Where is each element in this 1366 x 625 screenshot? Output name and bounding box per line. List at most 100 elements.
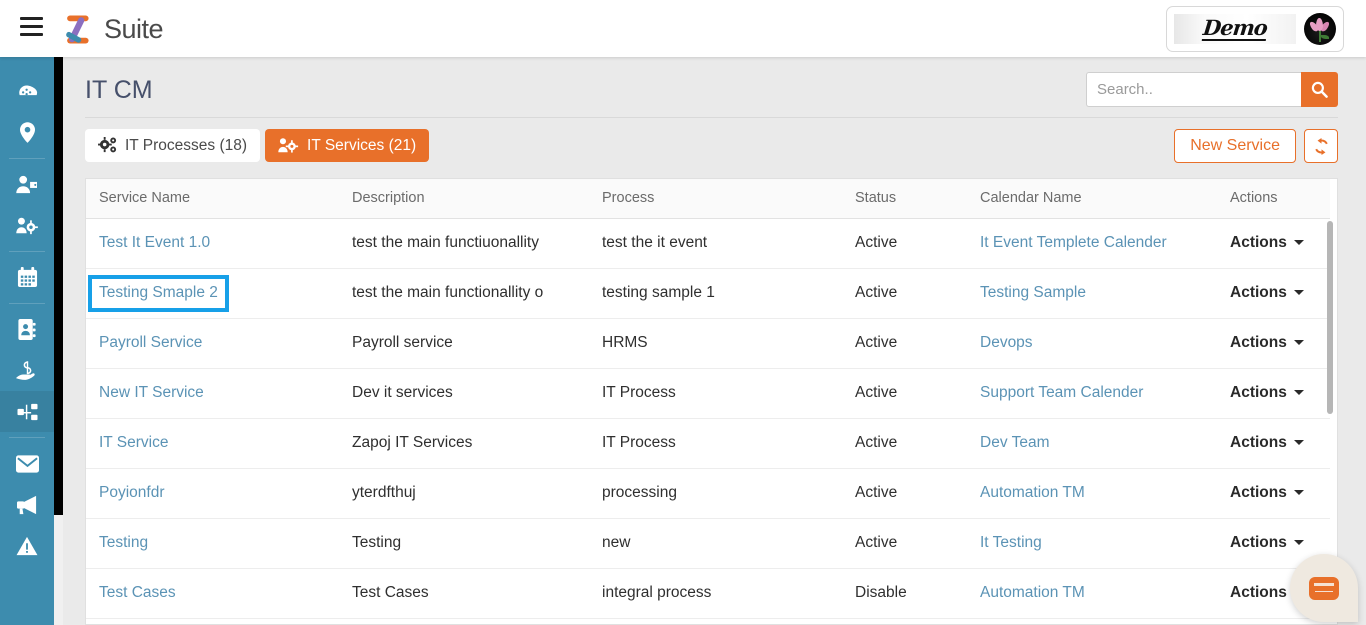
sidebar-item-location[interactable] [0, 112, 54, 153]
search-button[interactable] [1301, 72, 1338, 107]
calendar-name-link[interactable]: It Testing [980, 534, 1042, 551]
hamburger-menu-icon[interactable] [20, 17, 43, 39]
tab-it-services-label: IT Services (21) [307, 136, 417, 154]
chat-widget-button[interactable] [1290, 554, 1358, 622]
sidebar-item-sitemap[interactable] [0, 391, 54, 432]
service-name-link[interactable]: Test It Event 1.0 [99, 234, 210, 251]
table-row: Test Cases Test Cases integral process Disa… [86, 568, 1330, 619]
sidebar-item-dashboard[interactable] [0, 71, 54, 112]
service-name-link[interactable]: Testing Smaple 2 [88, 274, 229, 312]
cell-status: Active [842, 418, 967, 469]
chevron-down-icon [1293, 240, 1304, 246]
cell-service-name: New IT Service [86, 368, 339, 419]
cogs-icon [98, 137, 117, 153]
new-service-button[interactable]: New Service [1174, 129, 1296, 163]
sidebar-item-address-book[interactable] [0, 309, 54, 350]
cell-description: test the main functionallity o [339, 268, 589, 319]
cell-description: Dev it services [339, 368, 589, 419]
service-name-link[interactable]: Testing [99, 534, 148, 551]
actions-dropdown-label: Actions [1230, 334, 1287, 351]
calendar-icon [17, 267, 37, 288]
cell-service-name: Testing [86, 518, 339, 569]
address-book-icon [18, 319, 36, 340]
actions-dropdown[interactable]: Actions [1217, 418, 1330, 469]
actions-dropdown[interactable]: Actions [1217, 368, 1330, 419]
warning-triangle-icon [16, 536, 38, 555]
services-table-card: Service Name Description Process Status … [85, 178, 1338, 625]
table-row: Poyionfdr yterdfthuj processing Active Autom… [86, 468, 1330, 519]
calendar-name-link[interactable]: Support Team Calender [980, 384, 1143, 401]
actions-dropdown[interactable]: Actions [1217, 468, 1330, 519]
column-header-calendar-name: Calendar Name [967, 179, 1217, 219]
table-head: Service Name Description Process Status … [86, 179, 1330, 219]
calendar-name-link[interactable]: Testing Sample [980, 284, 1086, 301]
table-row: Testing Smaple 2 test the main functional… [86, 268, 1330, 319]
service-name-link[interactable]: New IT Service [99, 384, 204, 401]
service-name-link[interactable]: Test Cases [99, 584, 176, 601]
actions-dropdown-label: Actions [1230, 534, 1287, 551]
table-row: Test It Event 1.0 test the main functiuon… [86, 218, 1330, 269]
avatar[interactable] [1304, 13, 1336, 45]
bullhorn-icon [17, 495, 37, 514]
calendar-name-link[interactable]: Dev Team [980, 434, 1050, 451]
cell-calendar-name: It Testing [967, 518, 1217, 569]
map-pin-icon [19, 122, 35, 143]
header-divider [85, 117, 1338, 118]
avatar-petal [1315, 17, 1324, 32]
sidebar-item-announcements[interactable] [0, 484, 54, 525]
calendar-name-link[interactable]: Devops [980, 334, 1033, 351]
service-name-link[interactable]: Poyionfdr [99, 484, 164, 501]
refresh-button[interactable] [1304, 129, 1338, 163]
actions-dropdown-label: Actions [1230, 434, 1287, 451]
actions-dropdown-label: Actions [1230, 584, 1287, 601]
tab-bar: IT Processes (18) IT Services (21) [85, 129, 430, 162]
services-table: Service Name Description Process Status … [86, 179, 1330, 619]
top-header: Suite Demo [0, 0, 1366, 57]
search-icon [1311, 81, 1328, 98]
actions-dropdown[interactable]: Actions [1217, 318, 1330, 369]
table-row: Testing Testing new Active It Testing Actions [86, 518, 1330, 569]
column-header-description: Description [339, 179, 589, 219]
cell-description: Testing [339, 518, 589, 569]
actions-dropdown-label: Actions [1230, 384, 1287, 401]
sidebar-divider [9, 303, 45, 304]
page-scrollbar-thumb[interactable] [54, 57, 63, 515]
users-cog-icon [15, 217, 38, 235]
calendar-name-link[interactable]: Automation TM [980, 584, 1085, 601]
cell-status: Active [842, 468, 967, 519]
sidebar-item-users-cog[interactable] [0, 205, 54, 246]
sidebar-item-user-tag[interactable] [0, 164, 54, 205]
chevron-down-icon [1293, 390, 1304, 396]
calendar-name-link[interactable]: Automation TM [980, 484, 1085, 501]
sidebar-item-hand-money[interactable] [0, 350, 54, 391]
brand-logo[interactable]: Suite [63, 8, 164, 50]
chevron-down-icon [1293, 440, 1304, 446]
sidebar-item-alerts[interactable] [0, 525, 54, 566]
page-scrollbar[interactable] [54, 57, 63, 625]
sidebar-item-calendar[interactable] [0, 257, 54, 298]
cell-status: Active [842, 218, 967, 269]
tab-it-processes[interactable]: IT Processes (18) [85, 129, 261, 162]
account-box[interactable]: Demo [1166, 6, 1344, 52]
chevron-down-icon [1293, 340, 1304, 346]
hand-holding-usd-icon [15, 360, 35, 380]
service-name-link[interactable]: IT Service [99, 434, 169, 451]
actions-dropdown[interactable]: Actions [1217, 218, 1330, 269]
column-header-service-name: Service Name [86, 179, 339, 219]
user-tag-icon [15, 175, 37, 194]
tab-it-processes-label: IT Processes (18) [125, 136, 248, 154]
service-name-link[interactable]: Payroll Service [99, 334, 202, 351]
search-input[interactable] [1086, 72, 1301, 107]
table-scrollbar-thumb[interactable] [1327, 221, 1333, 414]
tab-it-services[interactable]: IT Services (21) [265, 129, 430, 162]
cell-calendar-name: Devops [967, 318, 1217, 369]
chevron-down-icon [1293, 490, 1304, 496]
cell-service-name: Test Cases [86, 568, 339, 619]
cell-process: IT Process [589, 368, 842, 419]
actions-dropdown[interactable]: Actions [1217, 268, 1330, 319]
cell-calendar-name: Automation TM [967, 468, 1217, 519]
sidebar-item-mail[interactable] [0, 443, 54, 484]
cell-service-name: Payroll Service [86, 318, 339, 369]
sync-icon [1314, 137, 1328, 155]
calendar-name-link[interactable]: It Event Templete Calender [980, 234, 1167, 251]
